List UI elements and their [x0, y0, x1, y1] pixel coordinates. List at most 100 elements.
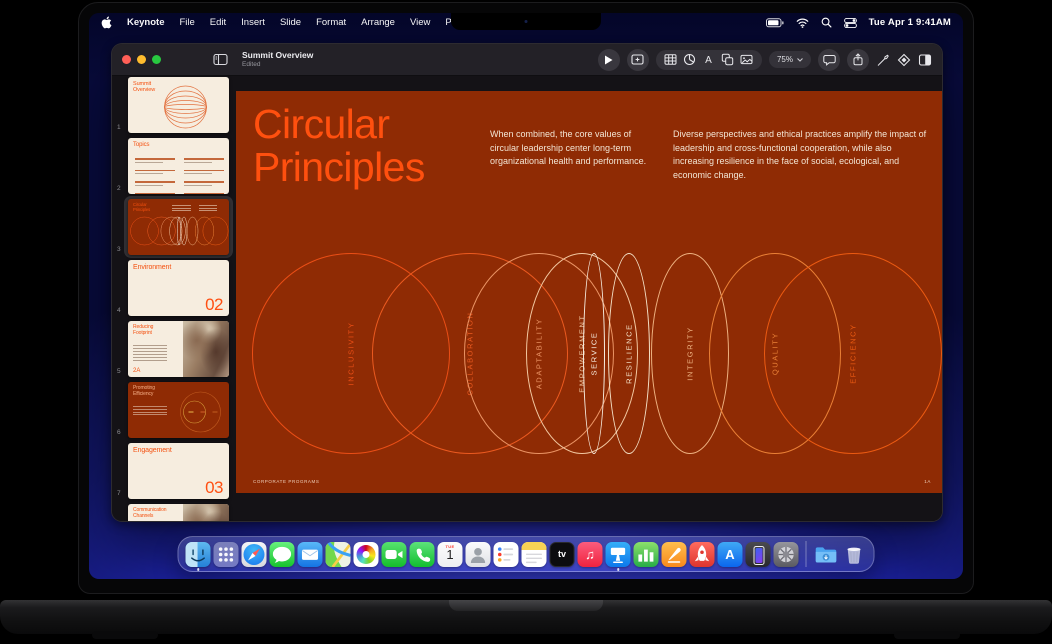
slide-number: 1: [117, 124, 121, 131]
slide-thumbnail-3[interactable]: 3CircularPrinciples: [128, 199, 229, 255]
dock-launchpad-icon[interactable]: [214, 542, 239, 567]
dock-facetime-icon[interactable]: [382, 542, 407, 567]
venn-label-resilience[interactable]: RESILIENCE: [625, 254, 634, 454]
close-button[interactable]: [122, 55, 131, 64]
menu-item-insert[interactable]: Insert: [241, 17, 265, 28]
current-slide: Circular Principles When combined, the c…: [236, 91, 943, 493]
laptop-foot: [92, 631, 158, 639]
traffic-lights: [122, 55, 161, 64]
slide-number: 7: [117, 490, 121, 497]
slide-footer-left[interactable]: CORPORATE PROGRAMS: [253, 479, 319, 484]
laptop-base: [0, 600, 1052, 634]
window-title: Summit Overview: [242, 51, 313, 61]
slide-number: 4: [117, 307, 121, 314]
play-button[interactable]: [598, 49, 620, 71]
venn-label-integrity[interactable]: INTEGRITY: [686, 254, 695, 454]
window-title-block: Summit Overview Edited: [242, 51, 313, 68]
format-button[interactable]: [876, 53, 890, 67]
slide-thumbnail-1[interactable]: 1SummitOverview: [128, 77, 229, 133]
dock-downloads-folder-icon[interactable]: [814, 542, 839, 567]
menu-item-file[interactable]: File: [179, 17, 194, 28]
text-icon[interactable]: A: [701, 53, 717, 67]
search-icon[interactable]: [821, 17, 832, 28]
window-toolbar: Summit Overview Edited: [112, 44, 942, 76]
dock-notes-icon[interactable]: [522, 542, 547, 567]
venn-label-service[interactable]: SERVICE: [590, 254, 599, 454]
zoom-control[interactable]: 75%: [769, 51, 811, 68]
comment-button[interactable]: [818, 49, 840, 71]
menu-item-slide[interactable]: Slide: [280, 17, 301, 28]
slide-title[interactable]: Circular Principles: [253, 103, 425, 189]
dock-numbers-icon[interactable]: [634, 542, 659, 567]
slide-thumbnail-6[interactable]: 6PromotingEfficiency: [128, 382, 229, 438]
toolbar-buttons: A 75%: [598, 49, 932, 71]
minimize-button[interactable]: [137, 55, 146, 64]
dock-messages-icon[interactable]: [270, 542, 295, 567]
share-button[interactable]: [847, 49, 869, 71]
venn-label-inclusivity[interactable]: INCLUSIVITY: [347, 254, 356, 454]
dock-trash-icon[interactable]: [842, 542, 867, 567]
slide-paragraph-2[interactable]: Diverse perspectives and ethical practic…: [673, 128, 929, 182]
add-slide-button[interactable]: [627, 49, 649, 71]
dock-safari-icon[interactable]: [242, 542, 267, 567]
menu-item-keynote[interactable]: Keynote: [127, 17, 164, 28]
animate-button[interactable]: [897, 53, 911, 67]
dock: TUE1 tv♫ A: [178, 536, 875, 572]
dock-app-store-icon[interactable]: A: [718, 542, 743, 567]
dock-keynote-icon[interactable]: [606, 542, 631, 567]
dock-mail-icon[interactable]: [298, 542, 323, 567]
window-status: Edited: [242, 61, 313, 68]
dock-maps-icon[interactable]: [326, 542, 351, 567]
dock-finder-icon[interactable]: [186, 542, 211, 567]
battery-icon[interactable]: [766, 18, 784, 28]
dock-separator: [806, 541, 807, 567]
dock-music-icon[interactable]: ♫: [578, 542, 603, 567]
insert-group: A: [656, 50, 762, 70]
menu-item-edit[interactable]: Edit: [210, 17, 226, 28]
menu-item-format[interactable]: Format: [316, 17, 346, 28]
slide-thumbnail-5[interactable]: 5ReducingFootprint 2A: [128, 321, 229, 377]
macbook-laptop: Keynote File Edit Insert Slide Format Arrange V…: [0, 0, 1052, 644]
menu-bar-status: Tue Apr 1 9:41AM: [766, 17, 951, 28]
media-icon[interactable]: [739, 53, 755, 67]
slide-thumbnail-7[interactable]: 7Engagement 03: [128, 443, 229, 499]
slide-paragraph-1[interactable]: When combined, the core values of circul…: [490, 128, 656, 169]
apple-menu-icon[interactable]: [101, 16, 112, 29]
keynote-window: Summit Overview Edited: [111, 43, 943, 522]
venn-label-efficiency[interactable]: EFFICIENCY: [849, 254, 858, 454]
slide-number: 2: [117, 185, 121, 192]
dock-calendar-icon[interactable]: TUE1: [438, 542, 463, 567]
slide-navigator: 1SummitOverview 2Topics 3CircularPrincip…: [112, 76, 236, 521]
chart-icon[interactable]: [682, 53, 698, 67]
document-button[interactable]: [918, 53, 932, 67]
camera-dot: [525, 20, 528, 23]
slide-thumbnail-4[interactable]: 4Environment 02: [128, 260, 229, 316]
dock-photos-icon[interactable]: [354, 542, 379, 567]
dock-contacts-icon[interactable]: [466, 542, 491, 567]
fullscreen-button[interactable]: [152, 55, 161, 64]
dock-iphone-mirroring-icon[interactable]: [746, 542, 771, 567]
open-indicator: [197, 568, 200, 571]
dock-tv-icon[interactable]: tv: [550, 542, 575, 567]
menu-bar-clock[interactable]: Tue Apr 1 9:41AM: [869, 17, 951, 28]
chevron-down-icon: [797, 58, 803, 62]
slide-number: 5: [117, 368, 121, 375]
desktop: Keynote File Edit Insert Slide Format Arrange V…: [89, 13, 963, 579]
slide-footer-right[interactable]: 1A: [924, 479, 931, 484]
menu-item-view[interactable]: View: [410, 17, 430, 28]
shape-icon[interactable]: [720, 53, 736, 67]
dock-pages-icon[interactable]: [662, 542, 687, 567]
dock-phone-icon[interactable]: [410, 542, 435, 567]
menu-item-arrange[interactable]: Arrange: [361, 17, 395, 28]
laptop-foot: [894, 631, 960, 639]
dock-rocket-icon[interactable]: [690, 542, 715, 567]
dock-reminders-icon[interactable]: [494, 542, 519, 567]
slide-thumbnail-2[interactable]: 2Topics: [128, 138, 229, 194]
dock-system-settings-icon[interactable]: [774, 542, 799, 567]
macbook-screen-bezel: Keynote File Edit Insert Slide Format Arrange V…: [78, 2, 974, 594]
wifi-icon[interactable]: [796, 18, 809, 28]
sidebar-toggle-button[interactable]: [213, 53, 228, 66]
slide-thumbnail-8[interactable]: 8CommunicationChannels: [128, 504, 229, 521]
table-icon[interactable]: [663, 53, 679, 67]
control-center-icon[interactable]: [844, 18, 857, 28]
